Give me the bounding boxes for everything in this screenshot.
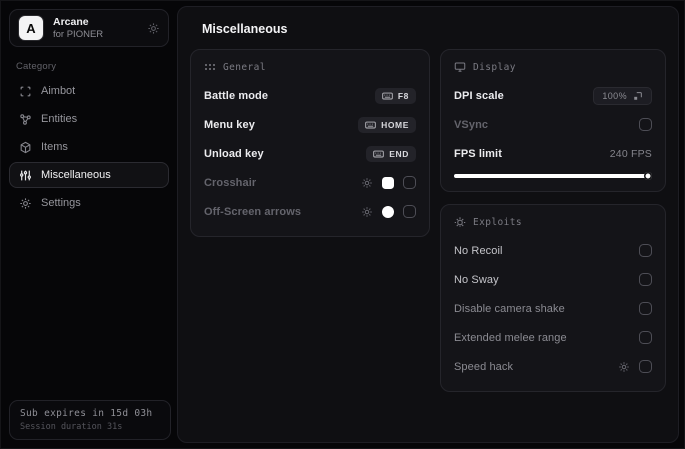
keyboard-icon [365, 121, 376, 129]
fps-limit-slider[interactable] [454, 172, 652, 180]
fps-limit-value: 240 FPS [609, 147, 652, 160]
setting-row-offscreen-arrows: Off-Screen arrows [204, 200, 416, 223]
sidebar-item-label: Entities [41, 113, 78, 125]
app-name: Arcane [53, 15, 89, 28]
setting-row-extended-melee-range: Extended melee range [454, 326, 652, 349]
sidebar-item-entities[interactable]: Entities [9, 106, 169, 132]
scan-frame-icon [19, 85, 32, 98]
vsync-checkbox[interactable] [639, 118, 652, 131]
monitor-icon [454, 61, 466, 73]
package-icon [19, 141, 32, 154]
app-logo-letter: A [26, 20, 36, 36]
sidebar: A Arcane for PIONER Category Aimbot Enti… [1, 1, 177, 448]
setting-row-menu-key: Menu key HOME [204, 113, 416, 136]
sidebar-nav: Aimbot Entities Items Miscellaneous Sett… [9, 78, 169, 216]
main-panel: Miscellaneous General Battle mode F8 Men… [177, 6, 679, 443]
section-title: General [223, 61, 266, 73]
keyboard-icon [382, 92, 393, 100]
no-sway-checkbox[interactable] [639, 273, 652, 286]
sidebar-item-label: Aimbot [41, 85, 76, 97]
exploits-card: Exploits No Recoil No Sway Disable camer… [440, 204, 666, 392]
setting-row-no-recoil: No Recoil [454, 239, 652, 262]
color-swatch[interactable] [382, 205, 394, 218]
setting-row-speed-hack: Speed hack [454, 355, 652, 378]
sidebar-item-label: Settings [41, 197, 81, 209]
setting-row-battle-mode: Battle mode F8 [204, 84, 416, 107]
sidebar-item-miscellaneous[interactable]: Miscellaneous [9, 162, 169, 188]
keybind-button[interactable]: HOME [358, 116, 416, 133]
dpi-scale-select[interactable]: 100% [593, 86, 652, 105]
subscription-status: Sub expires in 15d 03h Session duration … [9, 400, 171, 440]
keybind-button[interactable]: END [366, 145, 416, 162]
keyboard-icon [373, 150, 385, 158]
sliders-icon [19, 169, 32, 182]
crosshair-checkbox[interactable] [403, 176, 416, 189]
network-icon [19, 113, 32, 126]
slider-knob[interactable] [644, 172, 652, 180]
display-card: Display DPI scale 100% VSync FPS limit 2… [440, 49, 666, 192]
sub-expires-text: Sub expires in 15d 03h [20, 408, 153, 419]
disable-camera-shake-checkbox[interactable] [639, 302, 652, 315]
gear-icon[interactable] [361, 206, 373, 218]
sidebar-item-aimbot[interactable]: Aimbot [9, 78, 169, 104]
offscreen-arrows-checkbox[interactable] [403, 205, 416, 218]
setting-row-unload-key: Unload key END [204, 142, 416, 165]
session-duration-text: Session duration 31s [20, 422, 123, 432]
setting-row-no-sway: No Sway [454, 268, 652, 291]
scale-icon [633, 91, 643, 101]
section-title: Display [473, 61, 516, 73]
gear-icon[interactable] [361, 177, 373, 189]
setting-row-fps-limit: FPS limit 240 FPS [454, 147, 652, 160]
gear-icon[interactable] [618, 361, 630, 373]
grid-dots-icon [204, 61, 216, 73]
section-title: Exploits [473, 216, 522, 228]
speed-hack-checkbox[interactable] [639, 360, 652, 373]
page-title: Miscellaneous [202, 22, 288, 36]
app-subtitle: for PIONER [53, 28, 104, 40]
app-logo: A [18, 15, 44, 41]
setting-row-crosshair: Crosshair [204, 171, 416, 194]
app-window: A Arcane for PIONER Category Aimbot Enti… [0, 0, 685, 449]
bug-icon [454, 216, 466, 228]
no-recoil-checkbox[interactable] [639, 244, 652, 257]
sidebar-item-label: Miscellaneous [41, 169, 111, 181]
brand-card: A Arcane for PIONER [9, 9, 169, 47]
setting-row-disable-camera-shake: Disable camera shake [454, 297, 652, 320]
setting-row-vsync: VSync [454, 113, 652, 136]
sidebar-item-items[interactable]: Items [9, 134, 169, 160]
sidebar-item-label: Items [41, 141, 68, 153]
general-card: General Battle mode F8 Menu key HOME Unl… [190, 49, 430, 237]
gear-icon [19, 197, 32, 210]
sidebar-item-settings[interactable]: Settings [9, 190, 169, 216]
category-label: Category [16, 61, 57, 72]
extended-melee-range-checkbox[interactable] [639, 331, 652, 344]
setting-row-dpi-scale: DPI scale 100% [454, 84, 652, 107]
keybind-button[interactable]: F8 [374, 87, 416, 104]
gear-icon[interactable] [147, 22, 160, 35]
color-swatch[interactable] [382, 176, 394, 189]
